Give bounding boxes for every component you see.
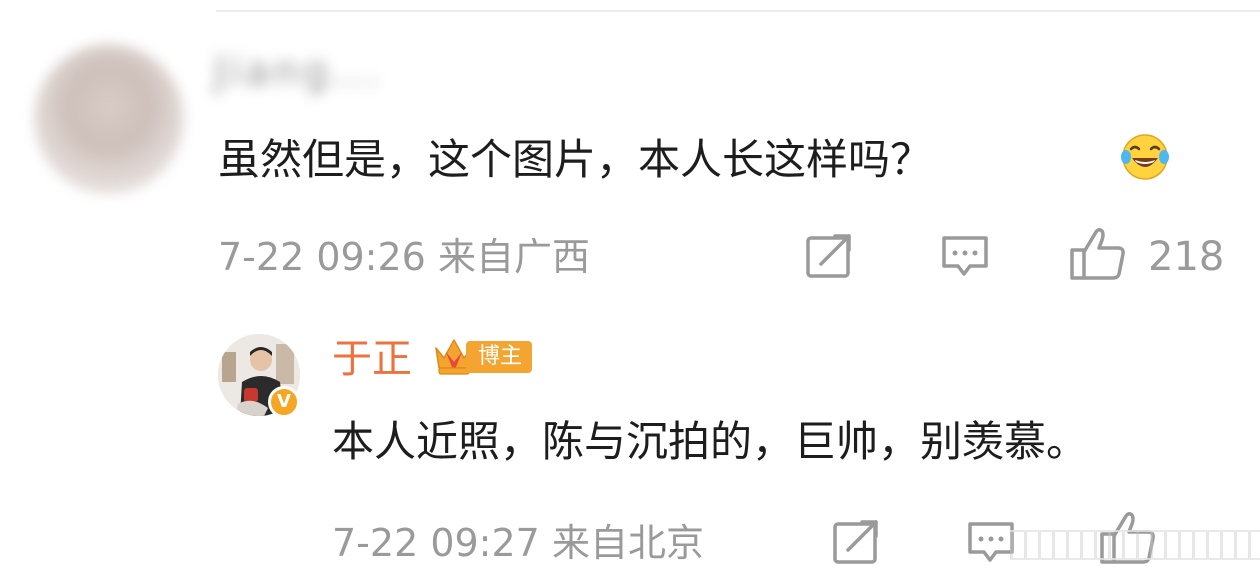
repost-icon[interactable] bbox=[805, 232, 857, 280]
comment-time: 7-22 09:26 bbox=[218, 235, 426, 279]
repost-icon[interactable] bbox=[832, 518, 884, 566]
divider bbox=[216, 10, 1260, 12]
reply-text: 本人近照，陈与沉拍的，巨帅，别羡慕。 bbox=[332, 417, 1089, 466]
reply-username[interactable]: 于正 bbox=[332, 330, 412, 388]
reply-meta: 7-22 09:27 来自北京 bbox=[332, 514, 704, 572]
comment-location: 来自广西 bbox=[437, 235, 590, 279]
watermark bbox=[1010, 530, 1260, 560]
reply-time: 7-22 09:27 bbox=[332, 521, 540, 565]
comment-username[interactable]: Jiang... bbox=[214, 42, 382, 102]
like-count: 218 bbox=[1148, 234, 1225, 280]
verified-badge: V bbox=[268, 386, 300, 418]
avatar[interactable] bbox=[34, 44, 184, 194]
blogger-badge: 博主 bbox=[466, 341, 533, 373]
like-icon[interactable] bbox=[1068, 226, 1128, 282]
reply-location: 来自北京 bbox=[551, 521, 704, 565]
comment-meta: 7-22 09:26 来自广西 bbox=[218, 228, 590, 286]
laughing-tears-icon bbox=[1121, 134, 1169, 180]
comment-icon[interactable] bbox=[940, 232, 992, 280]
comment-text: 虽然但是，这个图片，本人长这样吗？ bbox=[218, 135, 933, 184]
